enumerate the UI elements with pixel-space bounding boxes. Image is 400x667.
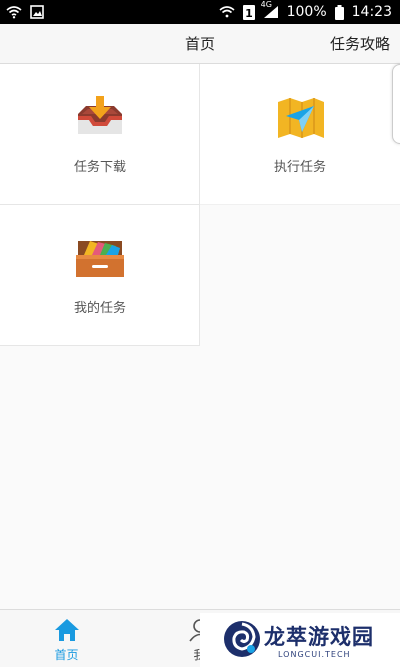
- grid-item-label: 执行任务: [273, 160, 326, 175]
- map-navigation-icon: [272, 94, 328, 142]
- status-right: 1 4G 100% 14:23: [219, 0, 392, 20]
- wifi-icon: [6, 5, 22, 19]
- grid-item-my-tasks[interactable]: 我的任务: [0, 205, 200, 346]
- watermark-title: 龙萃游戏园: [264, 625, 374, 649]
- battery-icon: [334, 4, 344, 20]
- sim-icon: 1: [242, 4, 255, 20]
- wifi-icon: [219, 5, 235, 19]
- grid-item-execute-task[interactable]: 执行任务: [200, 64, 400, 205]
- drawer-folder-icon: [72, 235, 128, 283]
- watermark-logo-icon: [222, 619, 262, 659]
- status-left: [6, 5, 44, 19]
- network-type: 4G: [260, 0, 272, 9]
- grid-item-label: 任务下载: [73, 160, 126, 175]
- clock: 14:23: [351, 4, 392, 20]
- nav-label: 首页: [54, 648, 79, 662]
- sim-number: 1: [245, 7, 253, 20]
- feature-grid: 任务下载 执行任务 我的任务: [0, 64, 400, 346]
- home-icon: [54, 618, 80, 642]
- grid-item-task-download[interactable]: 任务下载: [0, 64, 200, 205]
- status-bar: 1 4G 100% 14:23: [0, 0, 400, 24]
- app-header: 首页 任务攻略: [0, 24, 400, 64]
- watermark: 龙萃游戏园 LONGCUI.TECH: [200, 613, 400, 667]
- signal-icon: 4G: [261, 0, 279, 19]
- nav-item-home[interactable]: 首页: [0, 610, 133, 667]
- side-drawer-handle[interactable]: [392, 64, 400, 144]
- battery-percent: 100%: [286, 4, 327, 20]
- task-guide-button[interactable]: 任务攻略: [330, 24, 390, 64]
- watermark-subtitle: LONGCUI.TECH: [278, 650, 351, 659]
- image-icon: [30, 5, 44, 19]
- inbox-download-icon: [72, 94, 128, 142]
- grid-item-label: 我的任务: [73, 301, 126, 316]
